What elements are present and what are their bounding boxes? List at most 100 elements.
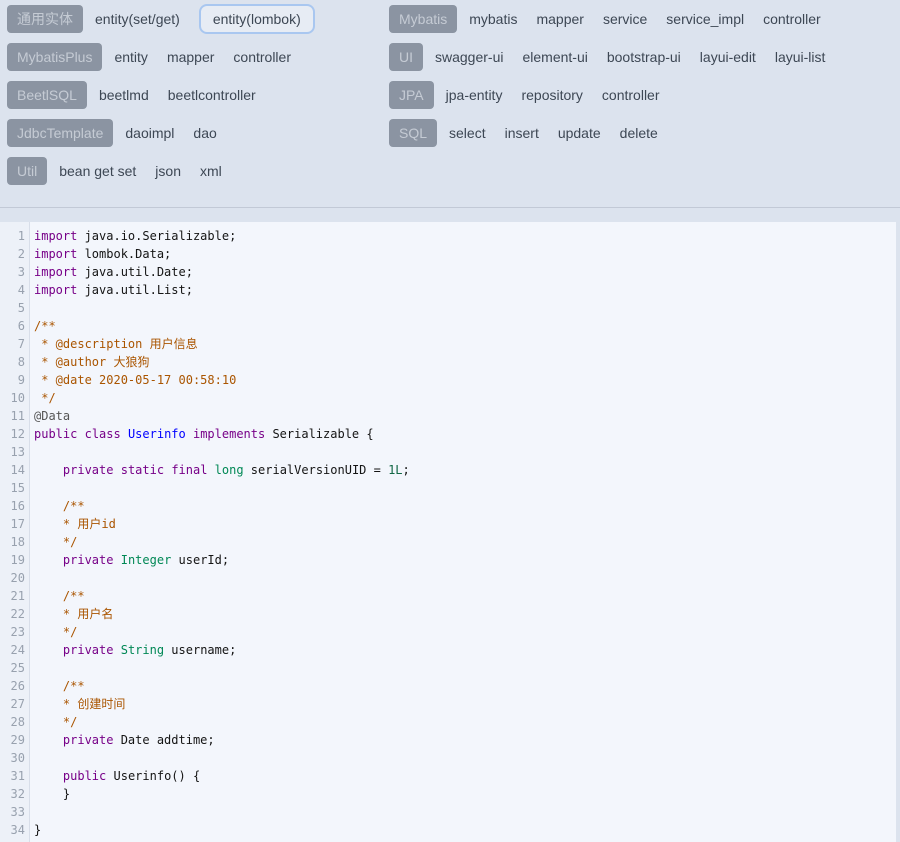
template-link-entity-set-get[interactable]: entity(set/get) [95, 11, 180, 27]
code-line: */ [34, 389, 896, 407]
template-link-mapper[interactable]: mapper [536, 11, 583, 27]
line-number: 4 [0, 281, 25, 299]
code-line [34, 659, 896, 677]
template-link-service[interactable]: service [603, 11, 647, 27]
line-number: 23 [0, 623, 25, 641]
template-link-beetlcontroller[interactable]: beetlcontroller [168, 87, 256, 103]
code-token-cm: * 创建时间 [34, 697, 125, 711]
template-link-layui-edit[interactable]: layui-edit [700, 49, 756, 65]
code-token-pl: serialVersionUID = [244, 463, 389, 477]
template-link-mapper[interactable]: mapper [167, 49, 214, 65]
code-line: * 用户名 [34, 605, 896, 623]
code-line [34, 299, 896, 317]
code-token-kw: final [171, 463, 207, 477]
template-link-update[interactable]: update [558, 125, 601, 141]
line-number: 22 [0, 605, 25, 623]
code-line: /** [34, 677, 896, 695]
template-link-json[interactable]: json [155, 163, 181, 179]
line-number: 29 [0, 731, 25, 749]
line-number: 1 [0, 227, 25, 245]
line-number: 14 [0, 461, 25, 479]
line-number: 7 [0, 335, 25, 353]
template-link-daoimpl[interactable]: daoimpl [125, 125, 174, 141]
code-token-pl [113, 553, 120, 567]
code-token-pl: userId; [171, 553, 229, 567]
code-token-pl [34, 553, 63, 567]
category-button-sql[interactable]: SQL [389, 119, 437, 147]
code-token-pl [207, 463, 214, 477]
code-token-pl [34, 463, 63, 477]
code-token-kw: private [63, 733, 114, 747]
category-button-mybatisplus[interactable]: MybatisPlus [7, 43, 102, 71]
code-line: */ [34, 623, 896, 641]
code-token-pl: Userinfo() { [106, 769, 200, 783]
code-token-pl [34, 769, 63, 783]
template-link-controller[interactable]: controller [233, 49, 291, 65]
template-link-mybatis[interactable]: mybatis [469, 11, 517, 27]
code-token-cm: * @date 2020-05-17 00:58:10 [34, 373, 236, 387]
code-token-def: Userinfo [128, 427, 186, 441]
tool-row-left-0: 通用实体 entity(set/get) entity(lombok) [7, 5, 389, 33]
line-number: 28 [0, 713, 25, 731]
code-area[interactable]: import java.io.Serializable;import lombo… [30, 222, 896, 842]
template-link-entity[interactable]: entity [114, 49, 147, 65]
template-link-beetlmd[interactable]: beetlmd [99, 87, 149, 103]
line-number: 9 [0, 371, 25, 389]
line-number-gutter: 1234567891011121314151617181920212223242… [0, 222, 30, 842]
template-link-insert[interactable]: insert [505, 125, 539, 141]
category-button-jdbctemplate[interactable]: JdbcTemplate [7, 119, 113, 147]
category-button-通用实体[interactable]: 通用实体 [7, 5, 83, 33]
code-editor: 1234567891011121314151617181920212223242… [0, 222, 896, 842]
category-button-ui[interactable]: UI [389, 43, 423, 71]
template-link-dao[interactable]: dao [193, 125, 216, 141]
code-token-cm: * @description 用户信息 [34, 337, 198, 351]
template-link-jpa-entity[interactable]: jpa-entity [446, 87, 503, 103]
code-line [34, 443, 896, 461]
template-link-entity-lombok[interactable]: entity(lombok) [213, 11, 301, 27]
category-button-beetlsql[interactable]: BeetlSQL [7, 81, 87, 109]
code-token-kw: import [34, 265, 77, 279]
code-line: * @date 2020-05-17 00:58:10 [34, 371, 896, 389]
line-number: 3 [0, 263, 25, 281]
code-token-kw: import [34, 283, 77, 297]
line-number: 31 [0, 767, 25, 785]
template-link-layui-list[interactable]: layui-list [775, 49, 826, 65]
code-token-cm: /** [34, 499, 85, 513]
code-token-pl [113, 463, 120, 477]
selected-template-box[interactable]: entity(lombok) [199, 4, 315, 34]
tool-row-left-1: MybatisPlus entity mapper controller [7, 43, 389, 71]
toolbar-right-column: Mybatismybatismapperserviceservice_implc… [389, 5, 900, 195]
template-link-xml[interactable]: xml [200, 163, 222, 179]
line-number: 21 [0, 587, 25, 605]
code-line: private static final long serialVersionU… [34, 461, 896, 479]
template-link-select[interactable]: select [449, 125, 486, 141]
category-button-mybatis[interactable]: Mybatis [389, 5, 457, 33]
template-link-service-impl[interactable]: service_impl [666, 11, 744, 27]
code-line: private String username; [34, 641, 896, 659]
template-link-swagger-ui[interactable]: swagger-ui [435, 49, 503, 65]
code-line: import java.util.Date; [34, 263, 896, 281]
code-token-pl: } [34, 823, 41, 837]
code-line [34, 479, 896, 497]
code-token-kw: import [34, 229, 77, 243]
template-link-controller[interactable]: controller [602, 87, 660, 103]
code-token-meta: @Data [34, 409, 70, 423]
line-number: 33 [0, 803, 25, 821]
template-link-bean-get-set[interactable]: bean get set [59, 163, 136, 179]
template-link-repository[interactable]: repository [521, 87, 582, 103]
line-number: 6 [0, 317, 25, 335]
code-token-cm: * 用户id [34, 517, 116, 531]
category-button-util[interactable]: Util [7, 157, 47, 185]
code-token-kw: private [63, 553, 114, 567]
template-link-element-ui[interactable]: element-ui [522, 49, 587, 65]
line-number: 8 [0, 353, 25, 371]
tool-row-right-0: Mybatis mybatis mapper service service_impl c… [389, 5, 900, 33]
category-button-jpa[interactable]: JPA [389, 81, 434, 109]
template-link-bootstrap-ui[interactable]: bootstrap-ui [607, 49, 681, 65]
code-token-kw: public [63, 769, 106, 783]
code-line: /** [34, 317, 896, 335]
template-link-controller[interactable]: controller [763, 11, 821, 27]
template-link-delete[interactable]: delete [620, 125, 658, 141]
code-token-pl: } [34, 787, 70, 801]
line-number: 12 [0, 425, 25, 443]
